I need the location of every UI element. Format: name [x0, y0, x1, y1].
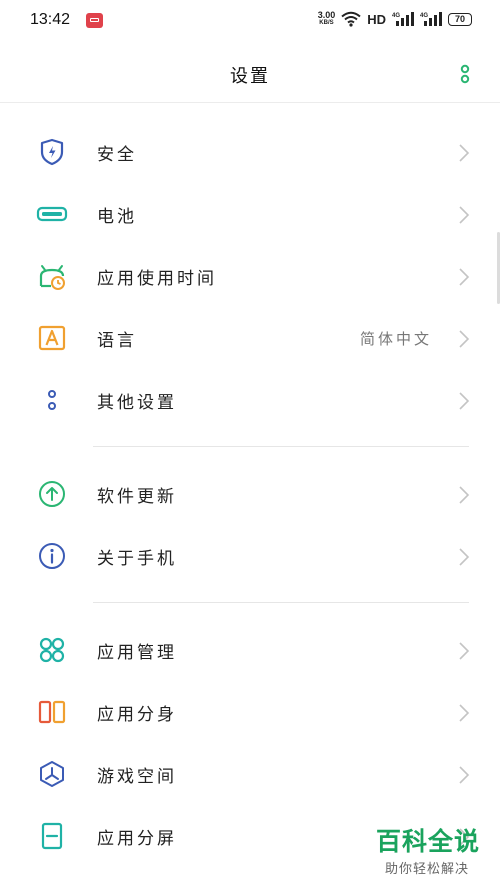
header: 设置 [0, 42, 500, 103]
settings-item-label: 关于手机 [97, 549, 177, 569]
chevron-right-icon [459, 548, 470, 566]
chevron-right-icon [459, 766, 470, 784]
app-manager-icon [39, 637, 65, 663]
update-icon [39, 481, 65, 507]
settings-item-battery[interactable]: 电池 [0, 183, 500, 245]
settings-item-label: 其他设置 [97, 393, 177, 413]
language-icon [38, 325, 66, 351]
info-icon [39, 543, 65, 569]
settings-item-software-update[interactable]: 软件更新 [0, 463, 500, 525]
app-clone-icon [38, 700, 66, 724]
status-bar: 13:42 3.00 KB/S HD 4G 4G 70 [0, 0, 500, 42]
settings-item-app-management[interactable]: 应用管理 [0, 619, 500, 681]
chevron-right-icon [459, 392, 470, 410]
battery-indicator: 70 [448, 12, 472, 26]
section-divider [93, 602, 469, 603]
settings-item-label: 游戏空间 [97, 767, 177, 787]
chevron-right-icon [459, 704, 470, 722]
split-screen-icon [41, 822, 63, 850]
game-space-icon [40, 761, 64, 787]
settings-item-label: 软件更新 [97, 487, 177, 507]
section-divider [93, 446, 469, 447]
settings-item-label: 应用分身 [97, 705, 177, 725]
chevron-right-icon [459, 206, 470, 224]
network-speed-unit: KB/S [319, 20, 334, 26]
status-time: 13:42 [30, 11, 71, 28]
chevron-right-icon [459, 268, 470, 286]
signal-icon-1: 4G [392, 12, 414, 26]
page-title: 设置 [230, 66, 270, 87]
svg-text:4G: 4G [392, 13, 400, 19]
settings-item-language[interactable]: 语言 简体中文 [0, 307, 500, 369]
settings-item-security[interactable]: 安全 [0, 121, 500, 183]
more-settings-icon [48, 390, 56, 410]
wifi-icon [341, 11, 361, 27]
notification-icon [86, 13, 103, 28]
chevron-right-icon [459, 330, 470, 348]
settings-item-about-phone[interactable]: 关于手机 [0, 525, 500, 587]
shield-icon [40, 138, 64, 166]
watermark: 百科全说 助你轻松解决 [376, 827, 488, 878]
chevron-right-icon [459, 642, 470, 660]
settings-item-app-clone[interactable]: 应用分身 [0, 681, 500, 743]
settings-item-label: 电池 [97, 207, 137, 227]
chevron-right-icon [459, 486, 470, 504]
signal-icon-2: 4G [420, 12, 442, 26]
settings-item-label: 安全 [97, 145, 137, 165]
battery-icon [36, 206, 68, 222]
settings-item-label: 应用使用时间 [97, 269, 217, 289]
chevron-right-icon [459, 144, 470, 162]
network-speed: 3.00 KB/S [318, 11, 336, 27]
status-indicators: 3.00 KB/S HD 4G 4G 70 [318, 11, 472, 27]
hd-indicator: HD [367, 11, 386, 27]
svg-text:4G: 4G [420, 13, 428, 19]
more-options-icon[interactable] [458, 64, 472, 84]
settings-item-app-usage-time[interactable]: 应用使用时间 [0, 245, 500, 307]
settings-item-other-settings[interactable]: 其他设置 [0, 369, 500, 431]
network-speed-value: 3.00 [317, 10, 336, 20]
language-value: 简体中文 [359, 330, 432, 348]
settings-item-game-space[interactable]: 游戏空间 [0, 743, 500, 805]
settings-item-label: 应用管理 [97, 643, 177, 663]
watermark-subtitle: 助你轻松解决 [384, 862, 469, 877]
watermark-title: 百科全说 [376, 827, 481, 856]
settings-item-label: 语言 [97, 331, 137, 351]
app-timer-icon [39, 265, 65, 290]
settings-item-label: 应用分屏 [97, 829, 177, 849]
